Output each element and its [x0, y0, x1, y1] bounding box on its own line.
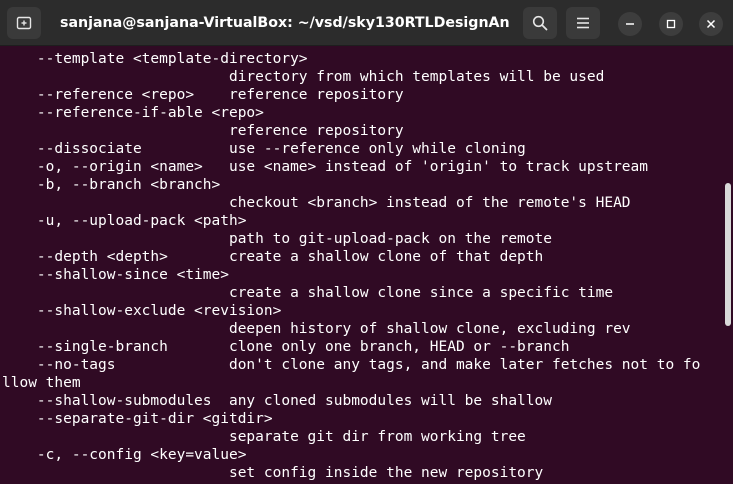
terminal-line: --reference-if-able <repo> [2, 105, 264, 121]
terminal-output[interactable]: --template <template-directory> director… [0, 46, 724, 484]
terminal-line: --shallow-exclude <revision> [2, 303, 282, 319]
terminal-line: --separate-git-dir <gitdir> [2, 411, 273, 427]
terminal-line: -b, --branch <branch> [2, 177, 221, 193]
terminal-line: checkout <branch> instead of the remote'… [2, 195, 631, 211]
new-tab-icon [16, 16, 32, 30]
new-tab-button[interactable] [7, 7, 41, 39]
terminal-line: --dissociate use --reference only while … [2, 141, 526, 157]
search-button[interactable] [523, 7, 557, 39]
search-icon [532, 15, 548, 31]
terminal-line: --no-tags don't clone any tags, and make… [2, 357, 701, 373]
terminal-line: --shallow-submodules any cloned submodul… [2, 393, 552, 409]
title-bar: sanjana@sanjana-VirtualBox: ~/vsd/sky130… [0, 0, 733, 46]
minimize-button[interactable] [618, 12, 642, 36]
maximize-icon [666, 19, 676, 29]
terminal-line: llow them [2, 375, 81, 391]
terminal-line: directory from which templates will be u… [2, 69, 605, 85]
terminal-line: deepen history of shallow clone, excludi… [2, 321, 631, 337]
close-button[interactable] [699, 12, 723, 36]
close-icon [706, 19, 716, 29]
menu-button[interactable] [566, 7, 600, 39]
terminal-line: -o, --origin <name> use <name> instead o… [2, 159, 649, 175]
terminal-line: --depth <depth> create a shallow clone o… [2, 249, 544, 265]
terminal-line: --reference <repo> reference repository [2, 87, 404, 103]
terminal-line: path to git-upload-pack on the remote [2, 231, 552, 247]
window-title: sanjana@sanjana-VirtualBox: ~/vsd/sky130… [60, 15, 510, 31]
terminal-scrollbar-thumb[interactable] [725, 183, 731, 326]
terminal-line: -u, --upload-pack <path> [2, 213, 247, 229]
terminal-line: create a shallow clone since a specific … [2, 285, 614, 301]
terminal-line: --single-branch clone only one branch, H… [2, 339, 570, 355]
maximize-button[interactable] [659, 12, 683, 36]
terminal-line: --template <template-directory> [2, 51, 308, 67]
minimize-icon [626, 23, 634, 25]
terminal-line: set config inside the new repository [2, 465, 544, 481]
terminal-line: --shallow-since <time> [2, 267, 229, 283]
terminal-window: sanjana@sanjana-VirtualBox: ~/vsd/sky130… [0, 0, 733, 484]
terminal-line: separate git dir from working tree [2, 429, 526, 445]
terminal-line: -c, --config <key=value> [2, 447, 247, 463]
terminal-line: reference repository [2, 123, 404, 139]
hamburger-menu-icon [577, 17, 589, 29]
